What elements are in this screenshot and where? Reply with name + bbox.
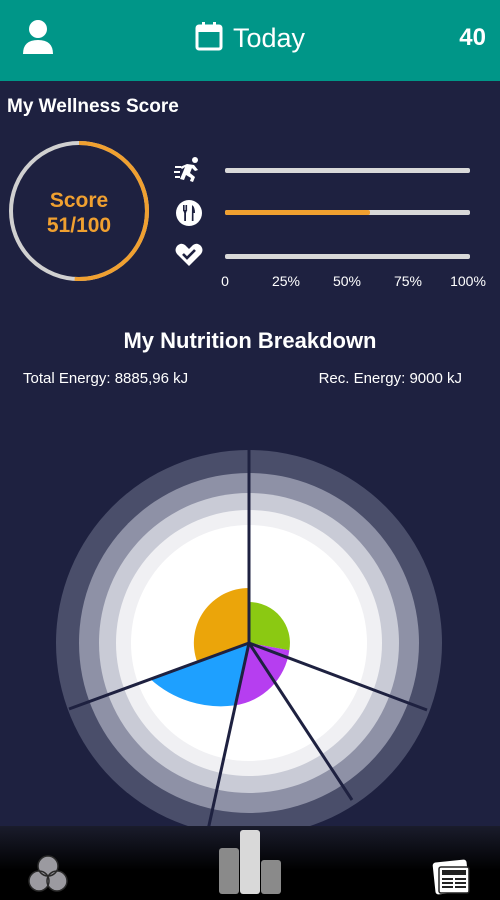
heart-check-icon	[174, 240, 204, 270]
nutrition-bar-fill	[225, 210, 370, 215]
date-selector[interactable]: Today	[195, 18, 305, 58]
nutrition-bar	[225, 210, 470, 215]
bar-chart-icon[interactable]	[218, 828, 282, 900]
axis-tick: 50%	[332, 273, 362, 289]
fork-knife-icon	[174, 198, 204, 228]
wellness-title: My Wellness Score	[7, 96, 179, 117]
date-label: Today	[233, 22, 306, 53]
user-icon[interactable]	[20, 18, 56, 58]
nutrition-title: My Nutrition Breakdown	[123, 328, 377, 353]
running-icon	[174, 155, 204, 185]
circles-icon[interactable]	[27, 854, 69, 899]
axis-tick: 75%	[393, 273, 423, 289]
score-value: 51/100	[46, 214, 112, 237]
axis-tick: 0	[221, 273, 229, 289]
axis-tick: 25%	[271, 273, 301, 289]
calendar-icon	[195, 21, 223, 56]
score-label: Score	[49, 189, 109, 212]
recommended-energy: Rec. Energy: 9000 kJ	[318, 370, 462, 387]
nutrition-radial-chart[interactable]	[0, 420, 500, 840]
top-bar: Today 40	[0, 0, 500, 81]
bottom-nav	[0, 826, 500, 900]
health-bar	[225, 254, 470, 259]
axis-tick: 100%	[450, 273, 486, 289]
news-icon[interactable]	[432, 858, 474, 900]
activity-bar	[225, 168, 470, 173]
total-energy: Total Energy: 8885,96 kJ	[23, 370, 189, 387]
header-count: 40	[459, 24, 486, 51]
score-display: Score 51/100	[6, 188, 152, 238]
